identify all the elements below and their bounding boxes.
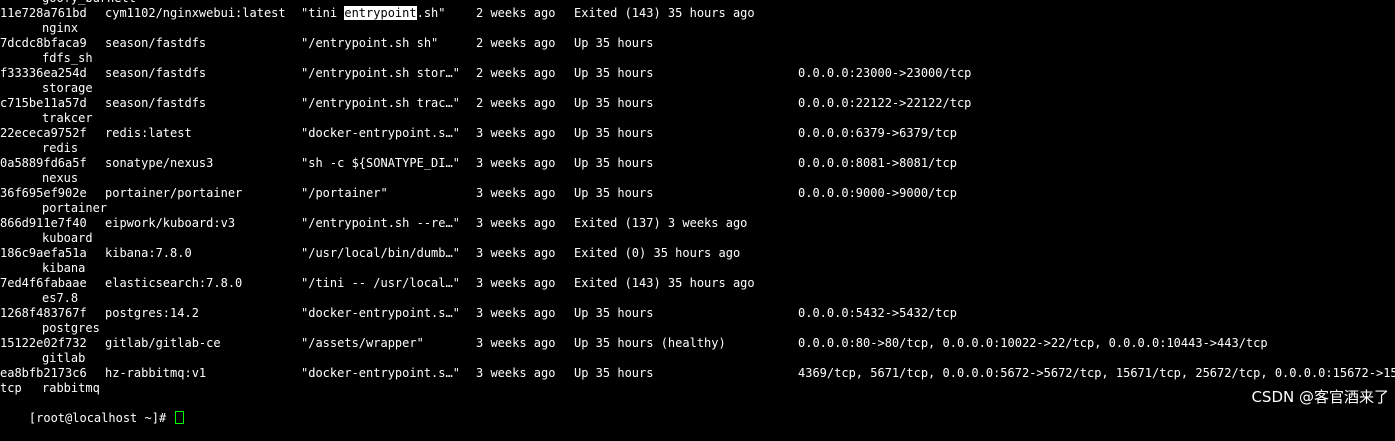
container-id: 22ececa9752f (0, 126, 87, 140)
container-command: "/portainer" (301, 186, 388, 200)
container-status: Exited (143) 35 hours ago (574, 6, 755, 20)
container-ports: 0.0.0.0:9000->9000/tcp (798, 186, 957, 200)
container-created: 3 weeks ago (476, 246, 556, 260)
container-ports: 0.0.0.0:6379->6379/tcp (798, 126, 957, 140)
container-command: "/entrypoint.sh stor…" (301, 66, 460, 80)
container-image: season/fastdfs (105, 36, 207, 50)
container-ports: 0.0.0.0:23000->23000/tcp (798, 66, 972, 80)
container-image: gitlab/gitlab-ce (105, 336, 221, 350)
container-name: es7.8 (42, 291, 79, 305)
container-command: "/tini -- /usr/local…" (301, 276, 460, 290)
container-command: "/entrypoint.sh sh" (301, 36, 439, 50)
container-ports: 0.0.0.0:22122->22122/tcp (798, 96, 972, 110)
container-command: "/entrypoint.sh trac…" (301, 96, 460, 110)
container-id: 1268f483767f (0, 306, 87, 320)
container-image: cym1102/nginxwebui:latest (105, 6, 286, 20)
container-image: season/fastdfs (105, 66, 207, 80)
container-id: 0a5889fd6a5f (0, 156, 87, 170)
container-command: "sh -c ${SONATYPE_DI…" (301, 156, 460, 170)
ports-overflow: tcp (0, 381, 22, 395)
container-ports: 0.0.0.0:8081->8081/tcp (798, 156, 957, 170)
container-name: portainer (42, 201, 108, 215)
terminal-window[interactable]: goofy_burnett 11e728a761bdcym1102/nginxw… (0, 0, 1395, 425)
container-id: c715be11a57d (0, 96, 87, 110)
container-status: Up 35 hours (574, 186, 654, 200)
container-status: Up 35 hours (574, 96, 654, 110)
container-command: "/usr/local/bin/dumb…" (301, 246, 460, 260)
container-created: 3 weeks ago (476, 366, 556, 380)
container-name: redis (42, 141, 79, 155)
container-created: 3 weeks ago (476, 216, 556, 230)
container-name: kuboard (42, 231, 93, 245)
container-status: Exited (137) 3 weeks ago (574, 216, 748, 230)
command-text: "tini (301, 6, 345, 20)
selected-text[interactable]: entrypoint (344, 6, 417, 20)
container-command: "/entrypoint.sh --re…" (301, 216, 460, 230)
prompt-text: [root@localhost ~]# (28, 411, 174, 425)
container-ports: 0.0.0.0:80->80/tcp, 0.0.0.0:10022->22/tc… (798, 336, 1268, 350)
command-prompt[interactable]: [root@localhost ~]# (0, 396, 185, 425)
container-created: 2 weeks ago (476, 96, 556, 110)
container-name: trakcer (42, 111, 93, 125)
container-command: "docker-entrypoint.s…" (301, 366, 460, 380)
container-created: 3 weeks ago (476, 306, 556, 320)
container-command: "/assets/wrapper" (301, 336, 424, 350)
container-created: 3 weeks ago (476, 156, 556, 170)
container-ports: 0.0.0.0:5432->5432/tcp (798, 306, 957, 320)
container-id: 15122e02f732 (0, 336, 87, 350)
container-image: redis:latest (105, 126, 192, 140)
container-command: "docker-entrypoint.s…" (301, 126, 460, 140)
container-created: 3 weeks ago (476, 276, 556, 290)
container-status: Up 35 hours (574, 366, 654, 380)
container-image: sonatype/nexus3 (105, 156, 214, 170)
container-id: 7dcdc8bfaca9 (0, 36, 87, 50)
container-name: nginx (42, 21, 79, 35)
container-created: 2 weeks ago (476, 6, 556, 20)
container-created: 2 weeks ago (476, 36, 556, 50)
container-name: gitlab (42, 351, 86, 365)
container-name: kibana (42, 261, 86, 275)
container-status: Exited (143) 35 hours ago (574, 276, 755, 290)
container-name: rabbitmq (42, 381, 100, 395)
container-status: Up 35 hours (574, 126, 654, 140)
container-name: fdfs_sh (42, 51, 93, 65)
container-command: "docker-entrypoint.s…" (301, 306, 460, 320)
container-created: 3 weeks ago (476, 336, 556, 350)
container-created: 3 weeks ago (476, 186, 556, 200)
container-image: season/fastdfs (105, 96, 207, 110)
container-ports: 4369/tcp, 5671/tcp, 0.0.0.0:5672->5672/t… (798, 366, 1395, 380)
container-image: hz-rabbitmq:v1 (105, 366, 207, 380)
container-status: Exited (0) 35 hours ago (574, 246, 741, 260)
container-name: storage (42, 81, 93, 95)
container-id: 7ed4f6fabaae (0, 276, 87, 290)
container-id: 866d911e7f40 (0, 216, 87, 230)
container-id: 186c9aefa51a (0, 246, 87, 260)
container-id: 36f695ef902e (0, 186, 87, 200)
watermark: CSDN @客官酒来了 (1251, 388, 1389, 406)
container-image: elasticsearch:7.8.0 (105, 276, 243, 290)
container-name: postgres (42, 321, 100, 335)
container-created: 3 weeks ago (476, 126, 556, 140)
container-id: ea8bfb2173c6 (0, 366, 87, 380)
container-id: f33336ea254d (0, 66, 87, 80)
container-status: Up 35 hours (574, 36, 654, 50)
container-image: postgres:14.2 (105, 306, 199, 320)
container-name: nexus (42, 171, 79, 185)
container-image: portainer/portainer (105, 186, 243, 200)
container-status: Up 35 hours (574, 156, 654, 170)
container-image: kibana:7.8.0 (105, 246, 192, 260)
command-text: .sh" (416, 6, 446, 20)
container-status: Up 35 hours (healthy) (574, 336, 726, 350)
container-status: Up 35 hours (574, 66, 654, 80)
container-command: "tini entrypoint.sh" (301, 6, 446, 21)
cursor-icon (175, 411, 185, 424)
container-status: Up 35 hours (574, 306, 654, 320)
container-created: 2 weeks ago (476, 66, 556, 80)
container-image: eipwork/kuboard:v3 (105, 216, 236, 230)
container-id: 11e728a761bd (0, 6, 87, 20)
